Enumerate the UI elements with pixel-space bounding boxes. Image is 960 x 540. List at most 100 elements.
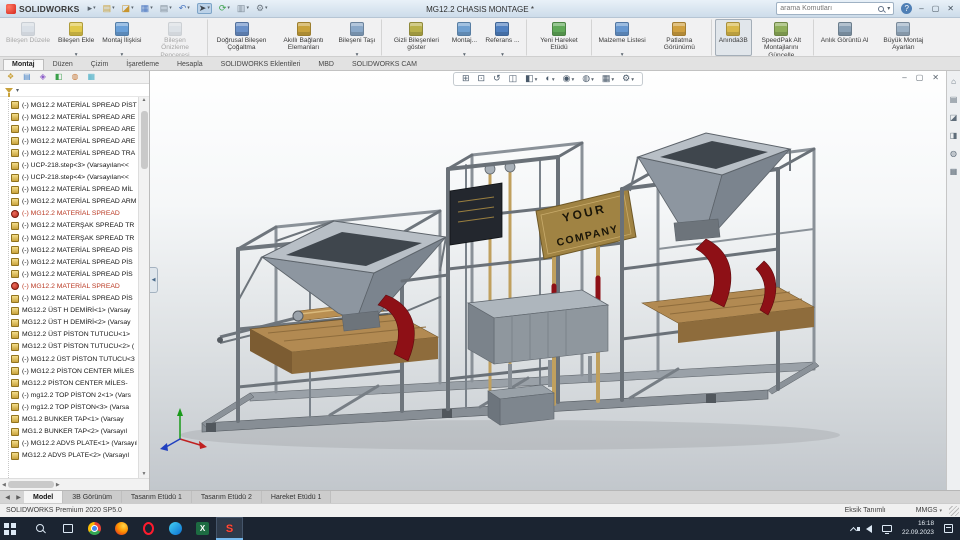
home-icon[interactable]: ⌂ xyxy=(951,78,956,86)
tab-montaj[interactable]: Montaj xyxy=(3,59,44,70)
file-properties-icon[interactable]: ▥ ▾ xyxy=(237,4,249,13)
chrome-icon[interactable] xyxy=(81,517,108,540)
command-search-input[interactable] xyxy=(780,5,876,12)
doc-tab-model[interactable]: Model xyxy=(24,491,64,503)
tree-item[interactable]: (-) mg12.2 TOP PİSTON 2<1> (Vars xyxy=(5,389,137,401)
scroll-up-icon[interactable]: ▲ xyxy=(142,98,147,103)
zoom-area-icon[interactable]: ⊡ xyxy=(478,74,486,83)
tab-mbd[interactable]: MBD xyxy=(309,59,343,70)
propertymanager-tab-icon[interactable]: ▤ xyxy=(23,73,31,81)
panel-collapse-handle[interactable]: ◀ xyxy=(150,267,158,293)
network-icon[interactable] xyxy=(882,525,892,534)
filter-funnel-icon[interactable] xyxy=(5,87,13,97)
doc-tab-motion-study-1[interactable]: Hareket Etüdü 1 xyxy=(261,491,332,503)
linear-component-pattern-button[interactable]: Doğrusal Bileşen Çoğaltma xyxy=(211,19,273,56)
tray-expand-icon[interactable] xyxy=(849,525,858,534)
doc-tab-design-study-1[interactable]: Tasarım Etüdü 1 xyxy=(121,491,192,503)
mate-button[interactable]: Montaj İlişkisi xyxy=(98,19,145,56)
new-motion-study-button[interactable]: Yeni Hareket Etüdü xyxy=(530,19,592,56)
options-icon[interactable]: ⚙ ▾ xyxy=(256,4,268,13)
resize-grip[interactable] xyxy=(949,506,959,516)
minimize-button[interactable]: – xyxy=(919,4,923,13)
tab-hesapla[interactable]: Hesapla xyxy=(168,59,212,70)
tree-item[interactable]: (-) MG12.2 MATERİAL SPREAD xyxy=(5,208,137,220)
tree-item[interactable]: (-) MG12.2 MATERİAL SPREAD PİS xyxy=(5,244,137,256)
tab-duzen[interactable]: Düzen xyxy=(44,59,82,70)
section-view-icon[interactable]: ◫ xyxy=(509,74,518,83)
doc-minimize-button[interactable]: – xyxy=(902,73,906,82)
unit-system-selector[interactable]: MMGS xyxy=(916,507,942,514)
tree-item[interactable]: (-) MG12.2 MATERİAL SPREAD PİST xyxy=(5,99,137,111)
tree-item[interactable]: (-) mg12.2 TOP PİSTON<3> (Varsa xyxy=(5,401,137,413)
file-explorer-icon[interactable]: ◪ xyxy=(950,114,958,122)
opera-icon[interactable] xyxy=(135,517,162,540)
tree-item[interactable]: (-) MG12.2 MATERİAL SPREAD PİS xyxy=(5,293,137,305)
tree-item[interactable]: (-) MG12.2 MATERİAL SPREAD ARM xyxy=(5,196,137,208)
tree-item[interactable]: MG1.2 BUNKER TAP<2> (Varsayıl xyxy=(5,426,137,438)
tree-item[interactable]: (-) MG12.2 MATERİAL SPREAD MİL xyxy=(5,184,137,196)
tree-item[interactable]: (-) MG12.2 MATERŞAK SPREAD TR xyxy=(5,220,137,232)
smart-fasteners-button[interactable]: Akıllı Bağlantı Elemanları xyxy=(273,19,335,56)
configurationmanager-tab-icon[interactable]: ◈ xyxy=(40,73,46,81)
tree-item[interactable]: (-) MG12.2 ÜST PİSTON TUTUCU<3 xyxy=(5,353,137,365)
firefox-icon[interactable] xyxy=(108,517,135,540)
design-library-icon[interactable]: ▤ xyxy=(950,96,958,104)
command-search-box[interactable]: ▾ xyxy=(776,2,895,15)
action-center-icon[interactable] xyxy=(944,524,953,533)
instant3d-button[interactable]: Anında3B xyxy=(714,19,752,56)
tree-item[interactable]: (-) UCP-218.step<3> (Varsayılan<< xyxy=(5,159,137,171)
tree-item[interactable]: (-) MG12.2 MATERİAL SPREAD ARE xyxy=(5,123,137,135)
dark-plate[interactable] xyxy=(449,182,503,246)
tree-item[interactable]: (-) MG12.2 MATERİAL SPREAD ARE xyxy=(5,111,137,123)
start-icon[interactable] xyxy=(0,517,27,540)
tree-item[interactable]: MG12.2 PİSTON CENTER MİLES- xyxy=(5,377,137,389)
edge-icon[interactable] xyxy=(162,517,189,540)
dimxpertmanager-tab-icon[interactable]: ◧ xyxy=(55,73,63,81)
tree-item[interactable]: (-) MG12.2 MATERİAL SPREAD ARE xyxy=(5,135,137,147)
tree-item[interactable]: MG12.2 ÜST H DEMİRİ<1> (Varsay xyxy=(5,305,137,317)
tree-horizontal-scrollbar[interactable]: ◀ ▶ xyxy=(0,478,149,490)
tree-item[interactable]: (-) MG12.2 MATERİAL SPREAD xyxy=(5,280,137,292)
display-style-icon[interactable]: ◐ xyxy=(545,74,554,84)
tree-item[interactable]: (-) MG12.2 MATERİAL SPREAD PİS xyxy=(5,256,137,268)
bill-of-materials-button[interactable]: Malzeme Listesi xyxy=(595,19,650,56)
large-assembly-settings-button[interactable]: Büyük Montaj Ayarları xyxy=(872,19,934,56)
tree-item[interactable]: (-) MG12.2 PİSTON CENTER MİLES xyxy=(5,365,137,377)
tree-item[interactable]: MG12.2 ADVS PLATE<2> (Varsayıl xyxy=(5,450,137,462)
help-button[interactable]: ? xyxy=(901,3,913,14)
tree-item[interactable]: MG1.2 BUNKER TAP<1> (Varsay xyxy=(5,413,137,425)
save-icon[interactable]: ▦ ▾ xyxy=(141,4,153,13)
maximize-button[interactable]: ▢ xyxy=(932,4,940,13)
tree-item[interactable]: MG12.2 ÜST PİSTON TUTUCU<2> ( xyxy=(5,341,137,353)
task-view-icon[interactable] xyxy=(54,517,81,540)
search-icon[interactable] xyxy=(27,517,54,540)
tree-item[interactable]: (-) MG12.2 MATERİAL SPREAD TRA xyxy=(5,147,137,159)
appearances-icon[interactable]: ◍ xyxy=(950,150,957,158)
tree-item[interactable]: (-) MG12.2 MATERİAL SPREAD PİS xyxy=(5,268,137,280)
taskbar-clock[interactable]: 16:18 22.09.2023 xyxy=(902,520,934,537)
apply-scene-icon[interactable]: ▦ xyxy=(602,74,614,84)
tree-item[interactable]: MG12.2 ÜST PİSTON TUTUCU<1> xyxy=(5,329,137,341)
exploded-view-button[interactable]: Patlatma Görünümü xyxy=(650,19,712,56)
filter-dropdown-icon[interactable]: ▾ xyxy=(16,87,19,94)
tree-vertical-scrollbar[interactable]: ▲ ▼ xyxy=(138,97,149,478)
solidworks-icon[interactable]: S xyxy=(216,517,243,540)
tab-isaretleme[interactable]: İşaretleme xyxy=(117,59,168,70)
open-file-icon[interactable]: ◪ ▾ xyxy=(122,4,134,13)
custom-properties-icon[interactable]: ▦ xyxy=(950,168,958,176)
tree-item[interactable]: (-) MG12.2 MATERŞAK SPREAD TR xyxy=(5,232,137,244)
search-dropdown-icon[interactable]: ▾ xyxy=(887,5,890,12)
tab-solidworks-cam[interactable]: SOLIDWORKS CAM xyxy=(343,59,426,70)
view-settings-icon[interactable]: ⚙ xyxy=(622,74,634,84)
view-orientation-icon[interactable]: ◧ xyxy=(525,74,537,84)
show-hidden-components-button[interactable]: Gizli Bileşenleri göster xyxy=(385,19,447,56)
tree-item[interactable]: MG12.2 ÜST H DEMİRİ<2> (Varsay xyxy=(5,317,137,329)
scroll-down-icon[interactable]: ▼ xyxy=(142,472,147,477)
graphics-area[interactable]: YOUR COMPANY ⊞ ⊡ ↺ ◫ ◧ ▾ ◐ ▾ ◉ ▾ ◍ ▾ ▦ ▾… xyxy=(150,71,946,490)
scrollbar-thumb[interactable] xyxy=(7,481,54,488)
take-snapshot-button[interactable]: Anlık Görüntü Al xyxy=(817,19,873,56)
tab-solidworks-eklentileri[interactable]: SOLIDWORKS Eklentileri xyxy=(212,59,310,70)
edit-appearance-icon[interactable]: ◍ xyxy=(582,74,594,84)
motor-box[interactable] xyxy=(487,384,555,426)
left-hopper[interactable] xyxy=(237,220,448,332)
